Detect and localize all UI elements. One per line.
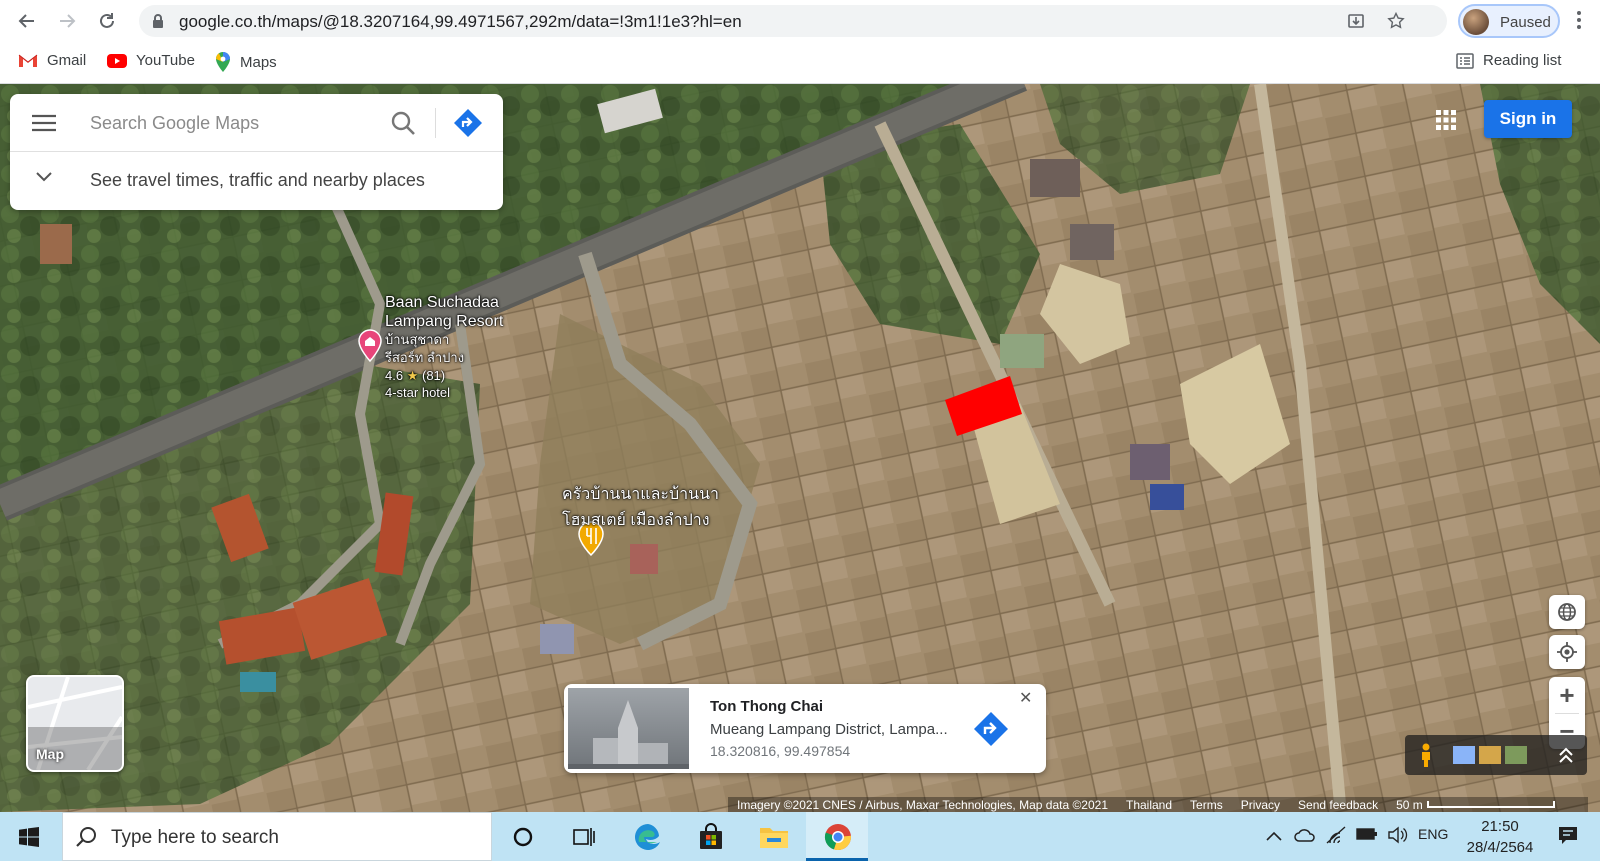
file-explorer-icon[interactable] <box>756 820 792 854</box>
bookmark-label: YouTube <box>136 52 195 69</box>
imagery-thumb[interactable] <box>1479 746 1501 764</box>
windows-taskbar: Type here to search ENG 21:50 28/4/2564 <box>0 812 1600 861</box>
divider <box>435 108 436 138</box>
imagery-thumb[interactable] <box>1453 746 1475 764</box>
poi-thai-name: บ้านสุชาดา <box>385 332 450 347</box>
send-feedback-link[interactable]: Send feedback <box>1289 798 1387 812</box>
poi-rating: 4.6 <box>385 368 404 383</box>
poi-category: 4-star hotel <box>385 385 451 400</box>
chrome-icon[interactable] <box>820 820 856 854</box>
maps-pin-icon <box>216 52 230 72</box>
imagery-credit: Imagery ©2021 CNES / Airbus, Maxar Techn… <box>737 797 1108 812</box>
attribution-bar: Imagery ©2021 CNES / Airbus, Maxar Techn… <box>728 797 1588 812</box>
bookmark-label: Gmail <box>47 52 87 69</box>
pegman-icon[interactable] <box>1419 743 1433 767</box>
reload-icon[interactable] <box>94 8 120 34</box>
avatar <box>1463 9 1489 35</box>
place-subtitle: Mueang Lampang District, Lampa... <box>710 721 948 738</box>
apps-grid-icon[interactable] <box>1436 110 1456 130</box>
zoom-in-button[interactable]: + <box>1549 677 1585 713</box>
hamburger-menu-icon[interactable] <box>32 114 56 132</box>
terms-link[interactable]: Terms <box>1181 798 1232 812</box>
edge-icon[interactable] <box>630 820 666 854</box>
layer-label: Map <box>36 746 64 762</box>
wifi-icon[interactable] <box>1326 826 1346 844</box>
bookmark-gmail[interactable]: Gmail <box>18 52 86 69</box>
place-coordinates: 18.320816, 99.497854 <box>710 743 851 759</box>
poi-reviews: (81) <box>421 368 446 383</box>
bookmark-label: Maps <box>240 53 277 71</box>
poi-name: Lampang Resort <box>385 313 504 330</box>
search-icon[interactable] <box>390 110 416 136</box>
poi-name: Baan Suchadaa <box>385 294 499 311</box>
star-icon[interactable] <box>1387 12 1405 30</box>
bookmark-maps[interactable]: Maps <box>215 52 277 72</box>
map-canvas[interactable]: See travel times, traffic and nearby pla… <box>0 84 1600 812</box>
scale-label[interactable]: 50 m <box>1387 798 1423 812</box>
poi-label-restaurant[interactable]: ครัวบ้านนาและบ้านนา โฮมสเตย์ เมืองลำปาง <box>562 482 719 534</box>
install-icon[interactable] <box>1347 12 1365 30</box>
battery-icon[interactable] <box>1356 827 1378 841</box>
youtube-icon <box>107 53 127 68</box>
poi-thai-name: ครัวบ้านนาและบ้านนา <box>562 486 719 503</box>
profile-button[interactable]: Paused <box>1458 4 1560 38</box>
star-icon: ★ <box>406 368 419 383</box>
search-panel: See travel times, traffic and nearby pla… <box>10 94 503 210</box>
reading-list-icon <box>1456 52 1474 69</box>
chevron-up-icon[interactable] <box>1559 747 1573 763</box>
windows-start-icon[interactable] <box>19 827 39 847</box>
my-location-icon <box>1557 642 1577 662</box>
place-info-card[interactable]: Ton Thong Chai Mueang Lampang District, … <box>564 684 1046 773</box>
lock-icon[interactable] <box>151 13 165 29</box>
cortana-icon[interactable] <box>505 820 541 854</box>
layer-toggle-button[interactable]: Map <box>26 675 124 772</box>
menu-kebab-icon[interactable] <box>1576 10 1582 30</box>
globe-icon <box>1558 603 1576 621</box>
taskbar-search-box[interactable]: Type here to search <box>62 812 492 861</box>
poi-thai-name: รีสอร์ท ลำปาง <box>385 350 465 365</box>
globe-button[interactable] <box>1549 595 1585 629</box>
task-view-icon[interactable] <box>566 820 602 854</box>
poi-label-hotel[interactable]: Baan Suchadaa Lampang Resort บ้านสุชาดา … <box>385 293 503 401</box>
onedrive-icon[interactable] <box>1294 828 1316 842</box>
bookmarks-bar: Gmail YouTube Maps Reading list <box>0 42 1600 84</box>
back-icon[interactable] <box>14 8 40 34</box>
taskbar-search-placeholder: Type here to search <box>111 827 279 848</box>
search-icon <box>76 827 96 847</box>
country-link[interactable]: Thailand <box>1117 798 1181 812</box>
search-input[interactable] <box>90 108 370 138</box>
store-icon[interactable] <box>693 820 729 854</box>
notifications-icon[interactable] <box>1558 826 1578 846</box>
street-view-bar <box>1405 735 1587 775</box>
chevron-down-icon[interactable] <box>36 172 52 182</box>
reading-list-label: Reading list <box>1483 52 1562 69</box>
scale-bar <box>1426 801 1555 808</box>
travel-hint[interactable]: See travel times, traffic and nearby pla… <box>90 170 425 191</box>
chevron-up-icon[interactable] <box>1266 831 1282 841</box>
place-photo[interactable] <box>568 688 689 769</box>
poi-thai-name: โฮมสเตย์ เมืองลำปาง <box>562 512 710 529</box>
reading-list-button[interactable]: Reading list <box>1456 52 1561 69</box>
clock[interactable]: 21:50 28/4/2564 <box>1460 816 1540 858</box>
directions-icon[interactable] <box>453 108 483 138</box>
browser-toolbar: google.co.th/maps/@18.3207164,99.4971567… <box>0 0 1600 42</box>
address-bar[interactable]: google.co.th/maps/@18.3207164,99.4971567… <box>139 5 1447 37</box>
profile-status: Paused <box>1500 14 1551 31</box>
privacy-link[interactable]: Privacy <box>1232 798 1289 812</box>
sign-in-button[interactable]: Sign in <box>1484 100 1572 138</box>
clock-date: 28/4/2564 <box>1466 839 1534 856</box>
close-icon[interactable]: ✕ <box>1019 688 1032 708</box>
volume-icon[interactable] <box>1388 826 1408 844</box>
gmail-icon <box>18 54 38 67</box>
url-text[interactable]: google.co.th/maps/@18.3207164,99.4971567… <box>179 12 742 32</box>
bookmark-youtube[interactable]: YouTube <box>107 52 195 69</box>
directions-icon[interactable] <box>972 710 1010 748</box>
clock-time: 21:50 <box>1481 818 1519 835</box>
imagery-thumb[interactable] <box>1505 746 1527 764</box>
place-title: Ton Thong Chai <box>710 698 824 715</box>
my-location-button[interactable] <box>1549 635 1585 669</box>
forward-icon[interactable] <box>54 8 80 34</box>
input-language[interactable]: ENG <box>1418 826 1448 842</box>
